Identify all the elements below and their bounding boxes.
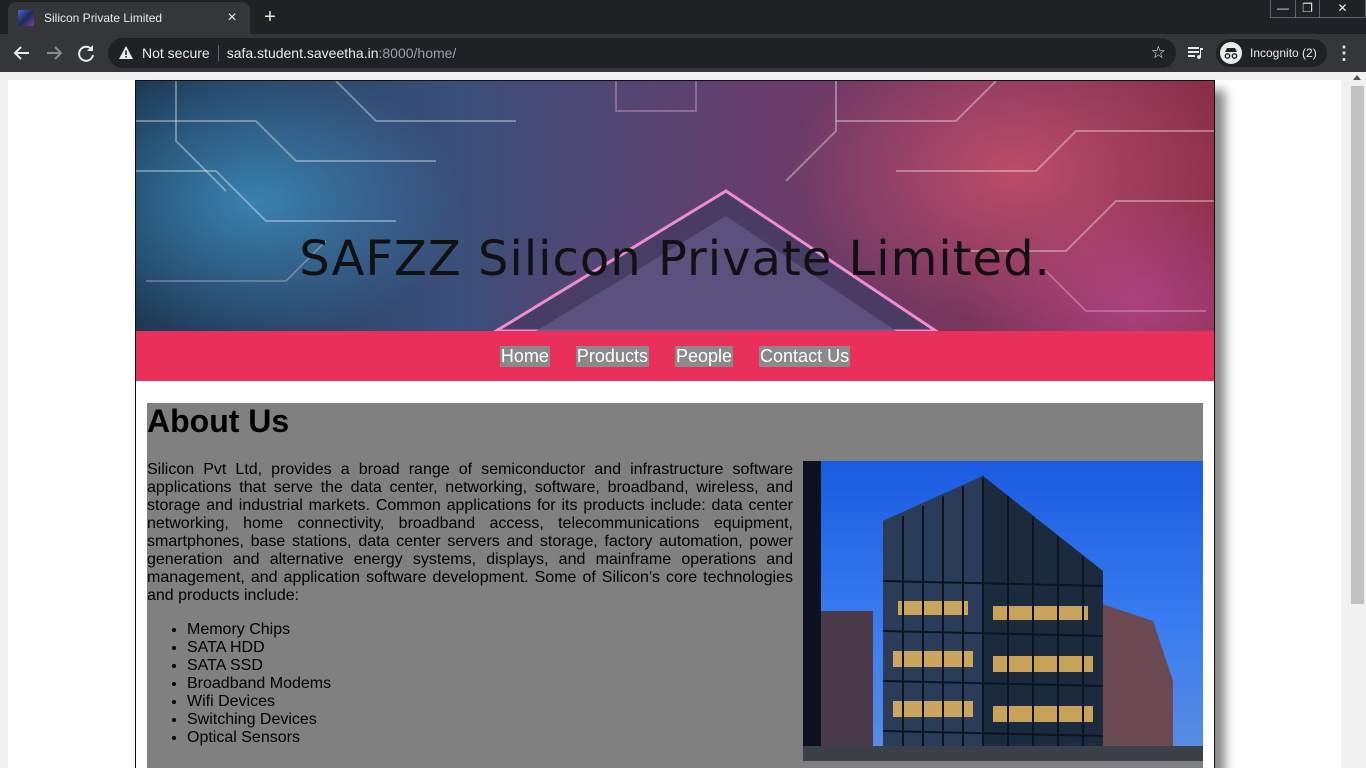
security-status[interactable]: Not secure (142, 45, 210, 61)
star-icon[interactable]: ☆ (1151, 43, 1166, 63)
list-item: Optical Sensors (187, 729, 331, 747)
about-section: About Us Silicon Pvt Ltd, provides a bro… (147, 403, 1203, 768)
forward-icon (47, 46, 63, 60)
list-item: Wifi Devices (187, 693, 331, 711)
list-item: SATA SSD (187, 657, 331, 675)
browser-tab-bar: Silicon Private Limited × + — ❐ ✕ (0, 0, 1366, 34)
browser-tab[interactable]: Silicon Private Limited × (8, 2, 250, 34)
media-icon[interactable] (1186, 43, 1206, 63)
list-item: Broadband Modems (187, 675, 331, 693)
forward-button[interactable] (40, 39, 68, 67)
list-item: Switching Devices (187, 711, 331, 729)
warning-icon[interactable] (118, 45, 134, 61)
site-favicon-icon (18, 10, 34, 26)
page-viewport: SAFZZ Silicon Private Limited. Home Prod… (0, 72, 1366, 768)
page-scrollbar[interactable] (1349, 72, 1366, 768)
incognito-icon (1220, 42, 1242, 64)
omnibox-divider (217, 45, 219, 61)
page-margin-right (1214, 80, 1341, 768)
menu-icon[interactable]: ⋮ (1334, 39, 1354, 67)
nav-home-link[interactable]: Home (499, 345, 550, 367)
circuit-board-image (136, 81, 1214, 331)
reload-icon (78, 45, 94, 62)
nav-people-link[interactable]: People (674, 345, 734, 367)
list-item: Memory Chips (187, 621, 331, 639)
reload-button[interactable] (72, 39, 100, 67)
nav-contact-link[interactable]: Contact Us (759, 345, 851, 367)
main-navbar: Home Products People Contact Us (136, 331, 1214, 381)
url-path: :8000/home/ (378, 45, 457, 61)
scrollbar-thumb[interactable] (1351, 86, 1364, 604)
browser-toolbar: Not secure safa.student.saveetha.in:8000… (0, 34, 1366, 72)
window-controls: — ❐ ✕ (1270, 0, 1366, 18)
incognito-label: Incognito (2) (1250, 46, 1317, 60)
page-margin-left (8, 80, 136, 768)
list-item: SATA HDD (187, 639, 331, 657)
office-building-image (803, 461, 1203, 761)
new-tab-button[interactable]: + (258, 6, 282, 30)
minimize-button[interactable]: — (1271, 0, 1295, 17)
site-container: SAFZZ Silicon Private Limited. Home Prod… (135, 80, 1215, 768)
about-paragraph: Silicon Pvt Ltd, provides a broad range … (147, 461, 793, 604)
url-host: safa.student.saveetha.in (226, 45, 379, 61)
restore-button[interactable]: ❐ (1295, 0, 1319, 17)
scroll-up-arrow-icon[interactable] (1353, 75, 1361, 80)
back-icon (13, 46, 29, 60)
close-tab-icon[interactable]: × (224, 10, 240, 26)
banner-title: SAFZZ Silicon Private Limited. (299, 231, 1051, 287)
address-bar[interactable]: Not secure safa.student.saveetha.in:8000… (108, 38, 1176, 68)
close-window-button[interactable]: ✕ (1319, 0, 1365, 17)
incognito-indicator[interactable]: Incognito (2) (1216, 39, 1327, 67)
about-title: About Us (147, 403, 290, 439)
header-banner: SAFZZ Silicon Private Limited. (136, 81, 1214, 331)
back-button[interactable] (8, 39, 36, 67)
nav-products-link[interactable]: Products (575, 345, 649, 367)
product-list: Memory Chips SATA HDD SATA SSD Broadband… (187, 621, 331, 747)
tab-title: Silicon Private Limited (44, 11, 163, 25)
